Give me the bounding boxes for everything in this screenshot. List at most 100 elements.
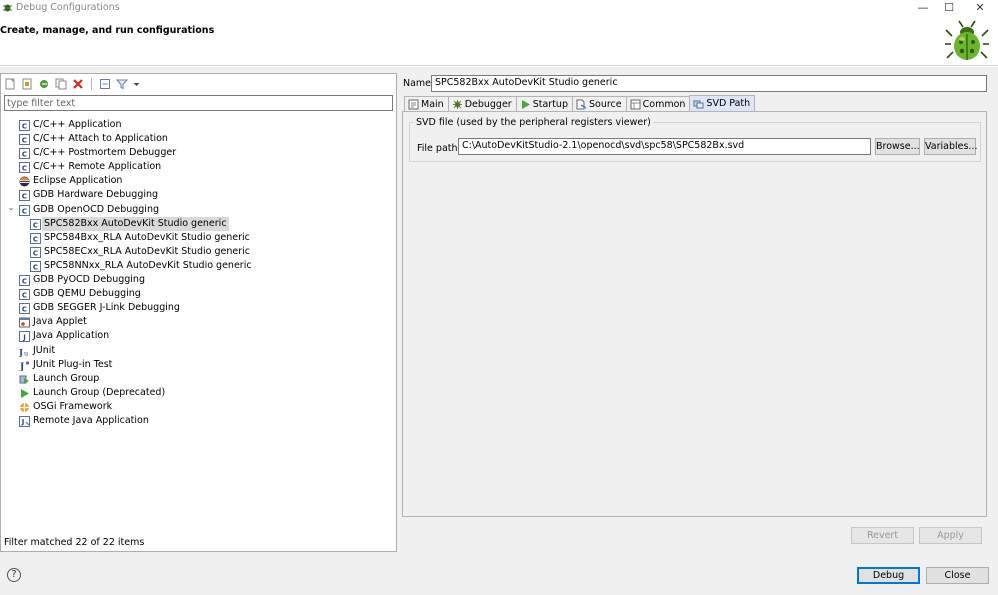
tree-category-item[interactable]: Launch Group (Deprecated) [1,386,396,400]
file-path-field[interactable]: C:\AutoDevKitStudio-2.1\openocd\svd\spc5… [458,138,871,155]
svg-text:C: C [22,306,27,314]
revert-button[interactable]: Revert [851,527,914,544]
eclipse-icon [19,176,30,187]
tree-category-item[interactable]: Java Applet [1,315,396,329]
c-app-icon: C [19,275,30,287]
close-window-button[interactable]: ✕ [965,0,995,16]
tree-category-item[interactable]: C C/C++ Application [1,118,396,132]
c-app-icon: C [30,218,41,230]
tab-label: SVD Path [706,98,751,109]
tab-label: Source [588,98,622,110]
duplicate-icon[interactable] [54,77,68,91]
tree-configuration-item[interactable]: C SPC58NNxx_RLA AutoDevKit Studio generic [1,259,396,273]
tree-item-label: C/C++ Attach to Application [33,133,168,145]
c-app-icon: C [30,232,41,244]
tree-category-item[interactable]: Eclipse Application [1,174,396,188]
export-configuration-icon[interactable] [37,77,51,91]
svg-text:C: C [33,221,38,229]
tree-item-label: OSGi Framework [33,400,113,412]
c-app-icon: C [19,204,30,216]
tree-item-label: Java Applet [33,316,87,328]
tree-category-item[interactable]: C C/C++ Remote Application [1,160,396,174]
tree-item-label: Eclipse Application [33,175,123,187]
c-app-icon: C [19,190,30,202]
tree-item-label: SPC58NNxx_RLA AutoDevKit Studio generic [44,259,252,271]
chevron-down-icon[interactable] [132,77,140,91]
tree-category-item[interactable]: C GDB SEGGER J-Link Debugging [1,301,396,315]
tree-category-item[interactable]: C GDB Hardware Debugging [1,188,396,202]
launch-deprecated-icon [21,388,29,398]
debug-app-icon [3,4,12,12]
tree-configuration-item[interactable]: C SPC58ECxx_RLA AutoDevKit Studio generic [1,245,396,259]
expand-toggle-icon[interactable]: ⌄ [6,203,16,217]
svg-text:C: C [33,235,38,243]
new-configuration-icon[interactable] [3,77,17,91]
svg-text:u: u [24,349,28,357]
collapse-all-icon[interactable] [98,77,112,91]
tab-source[interactable]: Source [571,96,627,111]
tree-category-item[interactable]: C GDB PyOCD Debugging [1,273,396,287]
tree-category-item[interactable]: J Remote Java Application [1,414,396,428]
launch-group-icon [19,375,29,384]
new-prototype-icon[interactable] [20,77,34,91]
tree-category-item[interactable]: C C/C++ Postmortem Debugger [1,146,396,160]
c-app-icon: C [19,148,30,160]
tree-item-label: Launch Group (Deprecated) [33,386,166,398]
tree-category-item[interactable]: Ju JUnit [1,344,396,358]
tree-category-item[interactable]: C GDB QEMU Debugging [1,287,396,301]
svg-text:C: C [22,165,27,173]
name-field[interactable]: SPC582Bxx AutoDevKit Studio generic [431,75,987,92]
tab-label: Main [421,98,444,110]
svg-text:C: C [22,122,27,130]
svd-file-group: SVD file (used by the peripheral registe… [409,117,981,162]
tab-startup[interactable]: Startup [515,96,573,111]
close-button[interactable]: Close [926,567,989,584]
delete-icon[interactable] [71,77,85,91]
tree-item-label: SPC582Bxx AutoDevKit Studio generic [42,216,229,231]
tab-main[interactable]: Main [404,96,449,111]
tab-svd-path[interactable]: SVD Path [689,95,756,111]
tree-category-item[interactable]: Launch Group [1,372,396,386]
tab-label: Startup [532,98,568,110]
osgi-icon [20,402,29,412]
svg-text:J: J [19,362,24,371]
tree-configuration-item[interactable]: C SPC584Bxx_RLA AutoDevKit Studio generic [1,231,396,245]
variables-button[interactable]: Variables... [924,138,977,155]
c-app-icon: C [19,289,30,301]
title-bar: Debug Configurations — ☐ ✕ [0,0,998,16]
main-tab-icon [408,99,419,109]
help-icon[interactable]: ? [7,568,21,582]
tab-label: Debugger [464,98,512,110]
junit-plugin-icon: J [19,360,30,371]
tree-category-item[interactable]: C C/C++ Attach to Application [1,132,396,146]
maximize-button[interactable]: ☐ [934,0,964,16]
svg-text:C: C [22,291,27,299]
svg-text:C: C [33,249,38,257]
svg-text:C: C [22,277,27,285]
c-app-icon: C [30,260,41,272]
startup-tab-icon [521,99,530,109]
filter-icon[interactable] [115,77,129,91]
tree-category-item[interactable]: ⌄ C GDB OpenOCD Debugging [1,203,396,217]
tree-category-item[interactable]: J Java Application [1,329,396,343]
source-tab-icon [576,99,587,109]
browse-button[interactable]: Browse... [875,138,920,155]
filter-input[interactable] [4,95,393,111]
c-app-icon: C [19,134,30,146]
tree-configuration-item[interactable]: C SPC582Bxx AutoDevKit Studio generic [1,216,396,231]
apply-button[interactable]: Apply [919,527,982,544]
svd-path-panel: SVD file (used by the peripheral registe… [402,111,987,517]
debugger-tab-icon [452,99,462,109]
file-path-label: File path: [417,143,461,154]
tree-category-item[interactable]: J JUnit Plug-in Test [1,358,396,372]
svd-group-title: SVD file (used by the peripheral registe… [414,117,653,128]
tree-item-label: GDB PyOCD Debugging [33,274,145,286]
tab-common[interactable]: Common [625,96,691,111]
tree-item-label: C/C++ Application [33,119,122,130]
name-label: Name: [403,78,435,89]
tab-debugger[interactable]: Debugger [447,96,517,111]
tree-item-label: JUnit Plug-in Test [33,358,113,370]
debug-button[interactable]: Debug [857,567,920,584]
tree-category-item[interactable]: OSGi Framework [1,400,396,414]
tab-label: Common [642,98,686,110]
